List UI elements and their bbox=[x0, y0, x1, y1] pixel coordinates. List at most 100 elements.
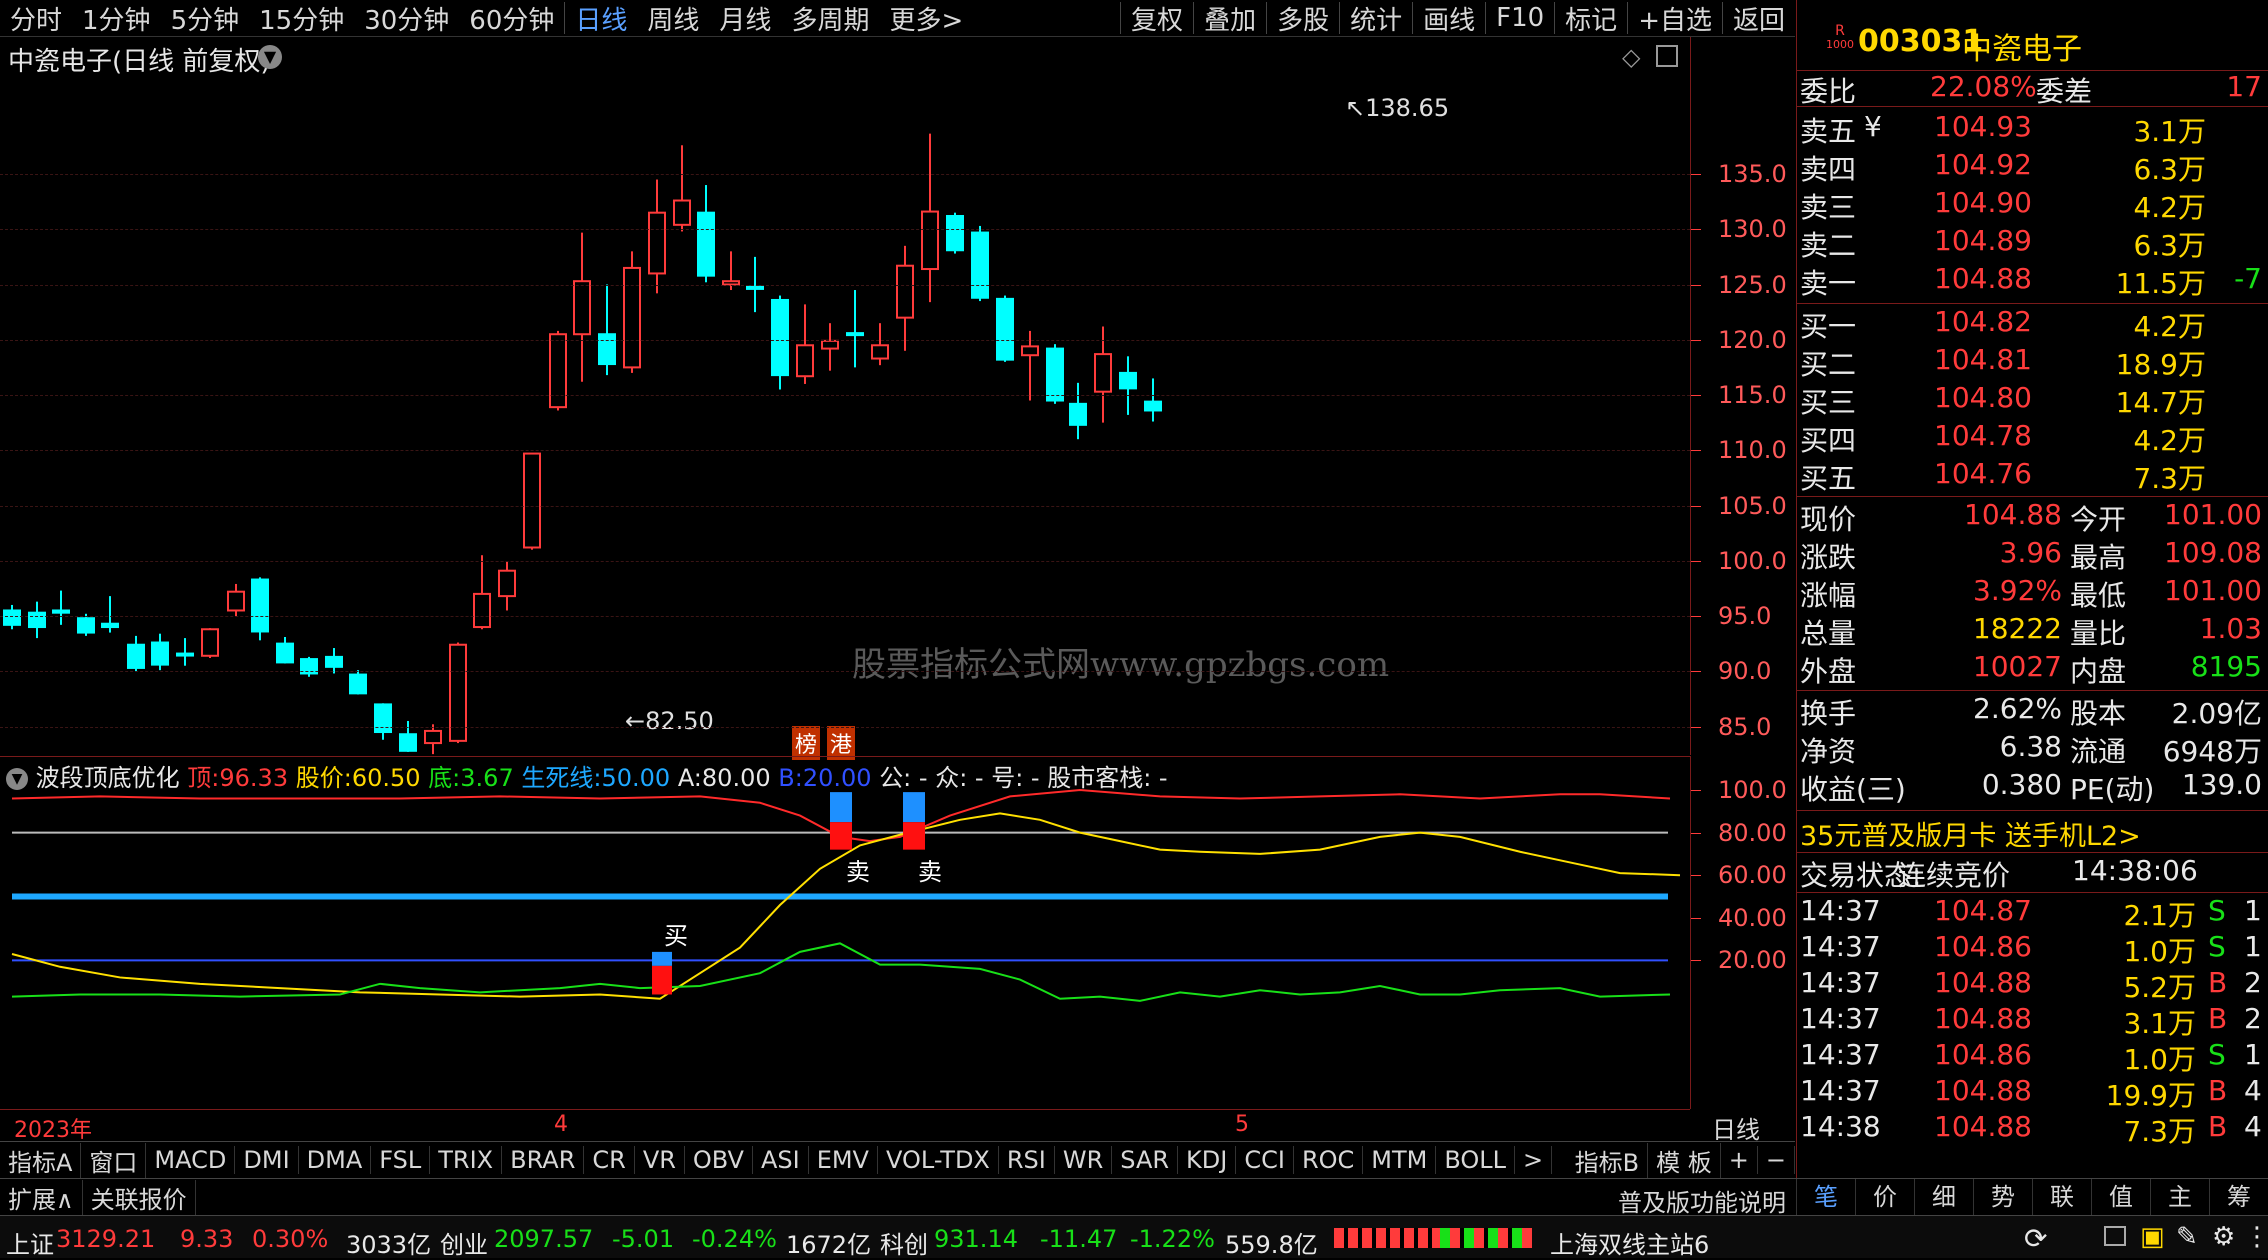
refresh-icon[interactable]: ⟳ bbox=[2024, 1222, 2047, 1255]
period-tab-2[interactable]: 5分钟 bbox=[161, 0, 250, 37]
toolbar-button-3[interactable]: 统计 bbox=[1340, 0, 1412, 37]
indicator-tab-12[interactable]: EMV bbox=[809, 1146, 878, 1174]
indicator-tab-4[interactable]: DMA bbox=[299, 1146, 372, 1174]
candle-body bbox=[52, 609, 70, 614]
quote-panel-tab-5[interactable]: 值 bbox=[2091, 1179, 2150, 1215]
indicator-tab-0[interactable]: 指标A bbox=[0, 1142, 82, 1178]
indicator-tab-2[interactable]: MACD bbox=[146, 1146, 236, 1174]
rank-badge[interactable]: 榜 bbox=[792, 726, 821, 760]
quote-panel-tab-4[interactable]: 联 bbox=[2032, 1179, 2091, 1215]
indicator-tab-18[interactable]: CCI bbox=[1236, 1146, 1294, 1174]
period-tab-1[interactable]: 1分钟 bbox=[72, 0, 161, 37]
toolbar-button-8[interactable]: 返回 bbox=[1723, 0, 1795, 37]
tick-price: 104.88 bbox=[1934, 1110, 2032, 1143]
toolbar-button-6[interactable]: 标记 bbox=[1555, 0, 1627, 37]
quote-panel-tab-3[interactable]: 势 bbox=[1973, 1179, 2032, 1215]
period-tab-9[interactable]: 多周期 bbox=[781, 0, 879, 37]
expand-tab[interactable]: 扩展∧ bbox=[0, 1179, 83, 1215]
stat-row: 换手 2.62% 股本 2.09亿 bbox=[1796, 692, 2268, 730]
toolbar-button-5[interactable]: F10 bbox=[1486, 3, 1554, 33]
quote-panel-tab-1[interactable]: 价 bbox=[1855, 1179, 1914, 1215]
indicator-tab-17[interactable]: KDJ bbox=[1178, 1146, 1237, 1174]
low-price-value: 82.50 bbox=[645, 707, 714, 735]
stat-label: 量比 bbox=[2070, 617, 2127, 650]
indicator-tab-6[interactable]: TRIX bbox=[430, 1146, 503, 1174]
trade-state: 连续竞价 bbox=[1898, 859, 2011, 892]
price-grid-line bbox=[0, 616, 1690, 617]
toolbar-button-0[interactable]: 复权 bbox=[1121, 0, 1193, 37]
indicator-tab-10[interactable]: OBV bbox=[685, 1146, 753, 1174]
hk-connect-badge[interactable]: 港 bbox=[827, 726, 856, 760]
indicator-tab-15[interactable]: WR bbox=[1055, 1146, 1113, 1174]
period-tab-7[interactable]: 周线 bbox=[637, 0, 709, 37]
kc-index-pct: -1.22% bbox=[1130, 1225, 1215, 1253]
cy-index-value: 2097.57 bbox=[494, 1225, 594, 1253]
market-breadth-icon[interactable] bbox=[1334, 1228, 1452, 1248]
kc-index-label[interactable]: 科创 bbox=[880, 1225, 928, 1260]
toolbar-button-7[interactable]: +自选 bbox=[1628, 0, 1722, 37]
indicator-tab-13[interactable]: VOL-TDX bbox=[878, 1146, 999, 1174]
market-breadth-icon-2[interactable] bbox=[1440, 1228, 1532, 1248]
period-tab-10[interactable]: 更多> bbox=[879, 0, 973, 37]
indicator-tab-21[interactable]: BOLL bbox=[1436, 1146, 1516, 1174]
tick-side: B bbox=[2208, 1002, 2228, 1035]
ask-price: 104.89 bbox=[1934, 224, 2032, 257]
stat-label: 现价 bbox=[1800, 503, 1857, 536]
period-tab-0[interactable]: 分时 bbox=[0, 0, 72, 37]
cy-index-label[interactable]: 创业 bbox=[440, 1225, 488, 1260]
bid-label: 买二 bbox=[1800, 348, 1857, 381]
tools-icon[interactable]: ✎ bbox=[2176, 1222, 2198, 1252]
related-quotes-tab[interactable]: 关联报价 bbox=[83, 1179, 196, 1215]
indicator-tab-9[interactable]: VR bbox=[635, 1146, 685, 1174]
quote-panel-tab-0[interactable]: 笔 bbox=[1796, 1179, 1855, 1215]
quote-panel-tab-2[interactable]: 细 bbox=[1914, 1179, 1973, 1215]
period-tab-4[interactable]: 30分钟 bbox=[354, 0, 459, 37]
indicator-tab-11[interactable]: ASI bbox=[753, 1146, 809, 1174]
indicator-tab-1[interactable]: 窗口 bbox=[81, 1142, 147, 1178]
indicator-tab-24[interactable]: 模 板 bbox=[1648, 1142, 1721, 1178]
indicator-tab-14[interactable]: RSI bbox=[999, 1146, 1055, 1174]
indicator-tab-19[interactable]: ROC bbox=[1294, 1146, 1364, 1174]
sh-index-label[interactable]: 上证 bbox=[6, 1225, 54, 1260]
promo-link[interactable]: 35元普及版月卡 送手机L2> bbox=[1800, 814, 2141, 853]
period-tab-3[interactable]: 15分钟 bbox=[249, 0, 354, 37]
toolbar-button-4[interactable]: 画线 bbox=[1413, 0, 1485, 37]
stat-row: 总量 18222 量比 1.03 bbox=[1796, 612, 2268, 650]
high-price-label: ↖138.65 bbox=[1345, 94, 1450, 122]
quote-panel-tab-6[interactable]: 主 bbox=[2150, 1179, 2209, 1215]
indicator-axis-label: 100.0 bbox=[1718, 776, 1787, 804]
lock-icon[interactable]: ▣ bbox=[2140, 1222, 2165, 1252]
indicator-tab-5[interactable]: FSL bbox=[371, 1146, 431, 1174]
indicator-tab-20[interactable]: MTM bbox=[1363, 1146, 1437, 1174]
toolbar-button-2[interactable]: 多股 bbox=[1267, 0, 1339, 37]
window-icon[interactable] bbox=[2104, 1226, 2126, 1246]
indicator-tab-16[interactable]: SAR bbox=[1112, 1146, 1179, 1174]
period-tab-6[interactable]: 日线 bbox=[565, 0, 637, 37]
toolbar-button-1[interactable]: 叠加 bbox=[1194, 0, 1266, 37]
server-name[interactable]: 上海双线主站6 bbox=[1550, 1225, 1709, 1260]
quote-panel-tab-7[interactable]: 筹 bbox=[2209, 1179, 2268, 1215]
tick-side: S bbox=[2208, 894, 2226, 927]
tick-price: 104.87 bbox=[1934, 894, 2032, 927]
indicator-tab-22[interactable]: > bbox=[1515, 1146, 1553, 1174]
candle-body bbox=[871, 344, 889, 360]
indicator-tab-25[interactable]: + bbox=[1721, 1146, 1758, 1174]
indicator-axis-label: 40.00 bbox=[1718, 903, 1787, 932]
indicator-tab-23[interactable]: 指标B bbox=[1567, 1142, 1649, 1178]
more-icon[interactable]: ⋮ bbox=[2244, 1222, 2268, 1252]
ask-row: 卖二 104.89 6.3万 bbox=[1796, 224, 2268, 262]
settings-icon[interactable]: ⚙ bbox=[2212, 1222, 2235, 1252]
tick-side: B bbox=[2208, 1074, 2228, 1107]
feature-description-link[interactable]: 普及版功能说明 bbox=[1618, 1183, 1786, 1218]
indicator-tab-3[interactable]: DMI bbox=[235, 1146, 299, 1174]
trade-time: 14:38:06 bbox=[2072, 854, 2198, 887]
ask-change: -7 bbox=[2234, 262, 2262, 295]
indicator-tab-26[interactable]: − bbox=[1758, 1146, 1795, 1174]
indicator-tab-8[interactable]: CR bbox=[584, 1146, 635, 1174]
quote-divider bbox=[1796, 852, 2268, 853]
sell-label: 卖 bbox=[918, 857, 942, 886]
price-axis-label: 135.0 bbox=[1718, 160, 1787, 188]
indicator-tab-7[interactable]: BRAR bbox=[502, 1146, 585, 1174]
period-tab-5[interactable]: 60分钟 bbox=[459, 0, 564, 37]
period-tab-8[interactable]: 月线 bbox=[709, 0, 781, 37]
